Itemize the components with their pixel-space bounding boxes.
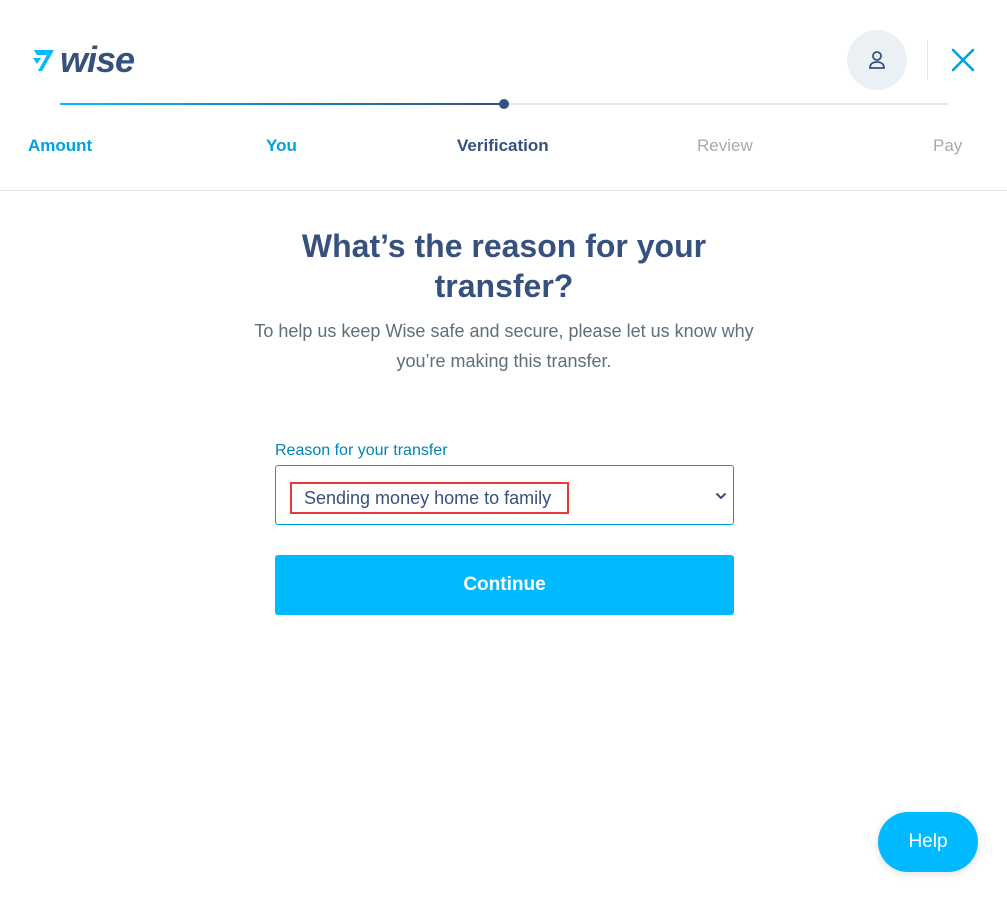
help-button[interactable]: Help: [878, 812, 978, 872]
step-review: Review: [697, 136, 753, 155]
user-icon: [869, 51, 885, 69]
continue-button[interactable]: Continue: [275, 555, 734, 615]
progress-fill: [60, 103, 504, 105]
reason-selected-value: Sending money home to family: [290, 482, 570, 514]
step-verification: Verification: [457, 136, 549, 155]
wise-logo[interactable]: wise: [32, 39, 135, 80]
step-pay: Pay: [933, 136, 963, 155]
progress-track: [60, 99, 948, 109]
wise-flag-icon: [33, 50, 54, 71]
reason-select[interactable]: Sending money home to family: [275, 465, 734, 525]
close-button[interactable]: [948, 45, 978, 75]
chevron-down-icon: [716, 493, 726, 499]
logo-wordmark: wise: [60, 39, 135, 80]
page-title: What’s the reason for your transfer?: [301, 228, 707, 304]
step-you[interactable]: You: [266, 136, 297, 156]
reason-field-label: Reason for your transfer: [275, 442, 448, 459]
page-subtitle: To help us keep Wise safe and secure, pl…: [254, 321, 754, 371]
header-separator: [0, 190, 1007, 191]
step-amount[interactable]: Amount: [28, 136, 92, 156]
close-icon: [951, 48, 975, 72]
account-avatar-button[interactable]: [847, 30, 907, 90]
progress-current-marker: [499, 99, 509, 109]
header-divider: [927, 40, 928, 80]
transfer-reason-page: wise Amount You Verification Review Pay …: [0, 0, 1007, 901]
